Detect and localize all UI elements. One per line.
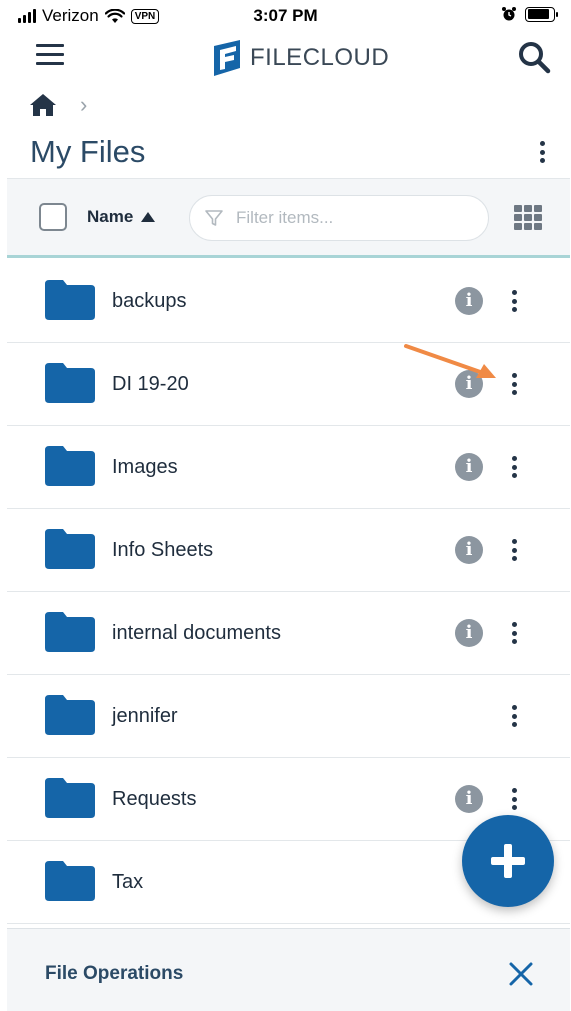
filter-icon: [205, 210, 223, 226]
info-icon[interactable]: i: [455, 453, 483, 481]
folder-icon: [45, 778, 95, 818]
row-more-options-icon[interactable]: [507, 371, 521, 397]
row-more-options-icon[interactable]: [507, 288, 521, 314]
file-row[interactable]: DI 19-20 i: [7, 343, 570, 426]
folder-icon: [45, 861, 95, 901]
sort-label: Name: [87, 207, 134, 226]
folder-icon: [45, 363, 95, 403]
info-icon[interactable]: i: [455, 619, 483, 647]
file-row[interactable]: Images i: [7, 426, 570, 509]
row-more-options-icon[interactable]: [507, 786, 521, 812]
brand-text: FILECLOUD: [250, 44, 389, 72]
file-row[interactable]: jennifer: [7, 675, 570, 758]
status-right: [501, 6, 558, 22]
info-icon[interactable]: i: [455, 785, 483, 813]
folder-icon: [45, 612, 95, 652]
file-name: internal documents: [112, 622, 281, 644]
close-icon[interactable]: [508, 961, 534, 987]
folder-icon: [45, 280, 95, 320]
file-name: Requests: [112, 788, 197, 810]
alarm-icon: [502, 7, 516, 21]
info-icon[interactable]: i: [455, 370, 483, 398]
filecloud-logo-icon: [214, 40, 240, 76]
file-name: DI 19-20: [112, 373, 189, 395]
filecloud-logo: FILECLOUD: [210, 38, 389, 78]
folder-icon: [45, 695, 95, 735]
sort-filter-toolbar: Name: [7, 178, 570, 258]
filter-input[interactable]: [236, 208, 456, 228]
file-operations-bar[interactable]: File Operations: [7, 928, 570, 1011]
grid-view-icon[interactable]: [514, 205, 544, 231]
home-icon[interactable]: [28, 92, 58, 118]
file-name: jennifer: [112, 705, 178, 727]
sort-by-name-button[interactable]: Name: [87, 207, 156, 227]
folder-icon: [45, 529, 95, 569]
file-row[interactable]: Info Sheets i: [7, 509, 570, 592]
file-name: Info Sheets: [112, 539, 214, 561]
info-icon[interactable]: i: [455, 287, 483, 315]
hamburger-icon[interactable]: [36, 44, 64, 68]
row-more-options-icon[interactable]: [507, 620, 521, 646]
battery-icon: [525, 6, 558, 22]
search-icon[interactable]: [517, 40, 551, 74]
sort-ascending-icon: [141, 212, 156, 222]
row-more-options-icon[interactable]: [507, 454, 521, 480]
breadcrumb-separator: ›: [80, 92, 88, 117]
page-title: My Files: [30, 134, 146, 169]
file-name: backups: [112, 290, 187, 312]
app-header: FILECLOUD: [0, 34, 571, 82]
add-fab-button[interactable]: [462, 815, 554, 907]
brand-suffix: CLOUD: [302, 44, 390, 71]
file-row[interactable]: internal documents i: [7, 592, 570, 675]
battery-level: [527, 9, 549, 19]
breadcrumb: ›: [28, 92, 87, 118]
folder-icon: [45, 446, 95, 486]
info-icon[interactable]: i: [455, 536, 483, 564]
file-name: Images: [112, 456, 178, 478]
status-bar: Verizon VPN 3:07 PM: [0, 0, 571, 34]
filter-field[interactable]: [189, 195, 489, 241]
brand-prefix: FILE: [250, 44, 303, 71]
file-name: Tax: [112, 871, 144, 893]
file-operations-label: File Operations: [45, 963, 184, 984]
file-row[interactable]: backups i: [7, 260, 570, 343]
status-time: 3:07 PM: [253, 6, 318, 25]
select-all-checkbox[interactable]: [39, 203, 67, 231]
plus-icon: [491, 844, 525, 878]
more-options-icon[interactable]: [535, 138, 549, 166]
row-more-options-icon[interactable]: [507, 703, 521, 729]
row-more-options-icon[interactable]: [507, 537, 521, 563]
